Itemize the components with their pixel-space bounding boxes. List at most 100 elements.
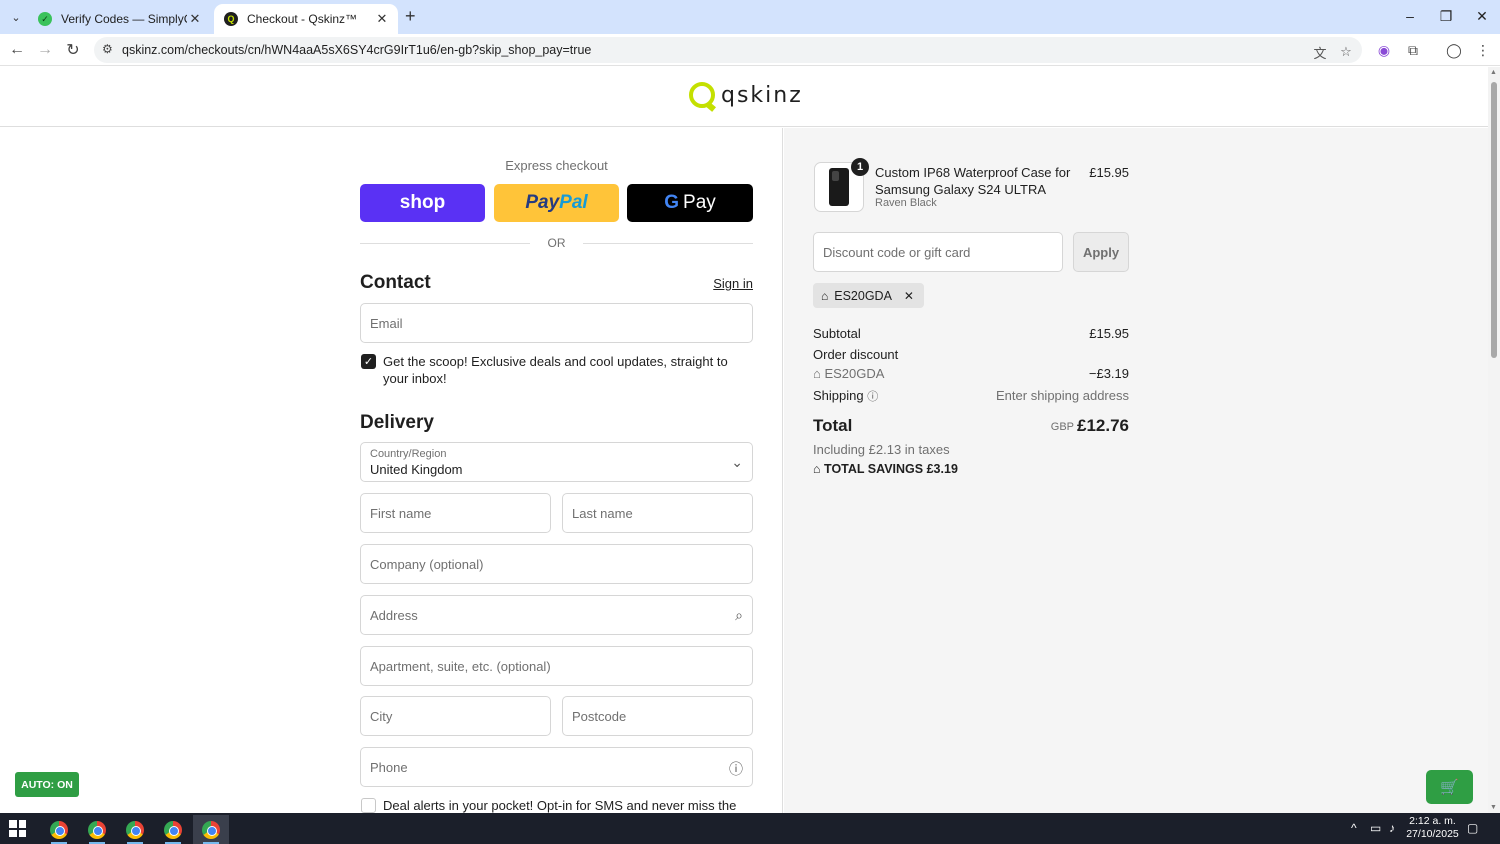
url-text[interactable]: qskinz.com/checkouts/cn/hWN4aaA5sX6SY4cr… [122, 43, 591, 57]
remove-code-icon[interactable]: ✕ [904, 289, 914, 303]
address-field[interactable]: Address ⌕ [360, 595, 753, 635]
tray-chevron-icon[interactable]: ^ [1351, 821, 1357, 835]
product-variant: Raven Black [875, 197, 937, 209]
volume-icon[interactable]: ♪ [1389, 821, 1395, 835]
tab-simplycodes[interactable]: ✓ Verify Codes — SimplyCodes ✕ [28, 4, 211, 34]
checkout-page: qskinz Express checkout shop Pay Pal G Pay… [0, 67, 1488, 813]
company-field[interactable]: Company (optional) [360, 544, 753, 584]
windows-taskbar: ^ ▭ ♪ 2:12 a. m. 27/10/2025 ▢ [0, 813, 1500, 844]
apartment-field[interactable]: Apartment, suite, etc. (optional) [360, 646, 753, 686]
browser-toolbar: ← → ↻ ⚙ qskinz.com/checkouts/cn/hWN4aaA5… [0, 34, 1500, 66]
translate-icon[interactable]: 文 [1310, 42, 1330, 62]
bookmark-star-icon[interactable]: ☆ [1336, 42, 1356, 62]
auto-on-badge[interactable]: AUTO: ON [15, 772, 79, 797]
email-placeholder: Email [370, 316, 403, 331]
country-select[interactable]: Country/Region United Kingdom ⌄ [360, 442, 753, 482]
chrome-taskbar-icon[interactable] [117, 815, 153, 844]
new-tab-icon[interactable]: + [405, 6, 416, 27]
country-label: Country/Region [370, 448, 447, 460]
address-bar[interactable]: ⚙ qskinz.com/checkouts/cn/hWN4aaA5sX6SY4… [94, 37, 1362, 63]
phone-placeholder: Phone [370, 760, 408, 775]
last-name-field[interactable]: Last name [562, 493, 753, 533]
scrollbar-thumb[interactable] [1491, 82, 1497, 358]
tab-search-icon[interactable]: ⌄ [6, 7, 26, 27]
google-pay-button[interactable]: G Pay [627, 184, 753, 222]
windows-start-icon[interactable] [9, 820, 26, 837]
extensions-puzzle-icon[interactable]: ⧉ [1402, 39, 1424, 61]
scroll-down-icon[interactable]: ▼ [1490, 804, 1497, 811]
shipping-row: Shipping ⓘ Enter shipping address [813, 388, 1129, 404]
extension-icon[interactable]: ◉ [1373, 39, 1395, 61]
shipping-help-icon[interactable]: ⓘ [867, 391, 878, 403]
tag-icon: ⌂ [813, 462, 825, 476]
forward-icon[interactable]: → [34, 39, 56, 61]
help-circle-icon[interactable]: ⓘ [729, 759, 743, 779]
total-row: Total GBP £12.76 [813, 416, 1129, 436]
contact-heading: Contact [360, 272, 431, 293]
profile-icon[interactable]: ◯ [1443, 39, 1465, 61]
discount-code-input[interactable]: Discount code or gift card [813, 232, 1063, 272]
tag-icon: ⌂ [821, 288, 829, 303]
sms-checkbox[interactable] [361, 798, 376, 813]
apply-button[interactable]: Apply [1073, 232, 1129, 272]
sign-in-link[interactable]: Sign in [700, 276, 753, 291]
first-name-field[interactable]: First name [360, 493, 551, 533]
network-icon[interactable]: ▭ [1370, 821, 1381, 835]
paypal-label-2: Pal [559, 192, 588, 213]
chrome-taskbar-icon[interactable] [155, 815, 191, 844]
total-savings: ⌂ TOTAL SAVINGS £3.19 [813, 462, 958, 476]
shop-pay-button[interactable]: shop [360, 184, 485, 222]
discount-code-row: ⌂ ES20GDA −£3.19 [813, 366, 1129, 381]
order-discount-row: Order discount [813, 347, 1129, 362]
company-placeholder: Company (optional) [370, 557, 484, 572]
discount-value: −£3.19 [1088, 366, 1129, 381]
menu-dots-icon[interactable]: ⋮ [1472, 39, 1494, 61]
express-checkout-label: Express checkout [505, 158, 608, 173]
page-header: qskinz [0, 67, 1488, 127]
last-name-placeholder: Last name [572, 506, 633, 521]
or-label: OR [547, 236, 566, 250]
quantity-badge: 1 [851, 158, 869, 176]
cart-icon[interactable]: 🛒 [1426, 770, 1473, 804]
newsletter-checkbox[interactable]: ✓ [361, 354, 376, 369]
phone-field[interactable]: Phone ⓘ [360, 747, 753, 787]
chrome-taskbar-icon[interactable] [41, 815, 77, 844]
paypal-button[interactable]: Pay Pal [494, 184, 619, 222]
taskbar-clock[interactable]: 2:12 a. m. 27/10/2025 [1405, 815, 1460, 841]
logo-mark-icon [689, 82, 715, 108]
total-value: £12.76 [1077, 416, 1129, 435]
search-icon: ⌕ [735, 607, 743, 623]
applied-code-chip: ⌂ ES20GDA ✕ [813, 283, 924, 308]
google-g-icon: G [664, 192, 680, 213]
minimize-icon[interactable]: – [1392, 4, 1428, 28]
country-value: United Kingdom [370, 462, 463, 477]
notifications-icon[interactable]: ▢ [1467, 821, 1478, 835]
savings-value: £3.19 [926, 462, 958, 476]
reload-icon[interactable]: ↻ [62, 39, 84, 61]
apartment-placeholder: Apartment, suite, etc. (optional) [370, 659, 551, 674]
site-info-icon[interactable]: ⚙ [102, 42, 113, 56]
back-icon[interactable]: ← [6, 39, 28, 61]
subtotal-label: Subtotal [813, 326, 861, 341]
or-divider: OR [360, 236, 753, 250]
total-label: Total [813, 416, 853, 435]
close-tab-icon[interactable]: ✕ [187, 11, 203, 27]
chrome-taskbar-icon[interactable] [193, 815, 229, 844]
chrome-taskbar-icon[interactable] [79, 815, 115, 844]
product-price: £15.95 [1089, 165, 1129, 180]
city-field[interactable]: City [360, 696, 551, 736]
postcode-field[interactable]: Postcode [562, 696, 753, 736]
discount-placeholder: Discount code or gift card [823, 245, 971, 260]
email-field[interactable]: Email [360, 303, 753, 343]
restore-icon[interactable]: ❐ [1428, 4, 1464, 28]
first-name-placeholder: First name [370, 506, 432, 521]
subtotal-value: £15.95 [1089, 326, 1129, 341]
scroll-up-icon[interactable]: ▲ [1490, 69, 1497, 76]
tab-checkout[interactable]: Q Checkout - Qskinz™ ✕ [214, 4, 398, 34]
discount-code-text: ES20GDA [824, 366, 885, 381]
close-tab-icon[interactable]: ✕ [374, 11, 390, 27]
page-scrollbar[interactable]: ▲ ▼ [1488, 67, 1500, 813]
qskinz-logo[interactable]: qskinz [689, 82, 803, 108]
close-window-icon[interactable]: ✕ [1464, 4, 1500, 28]
logo-text: qskinz [721, 82, 803, 108]
